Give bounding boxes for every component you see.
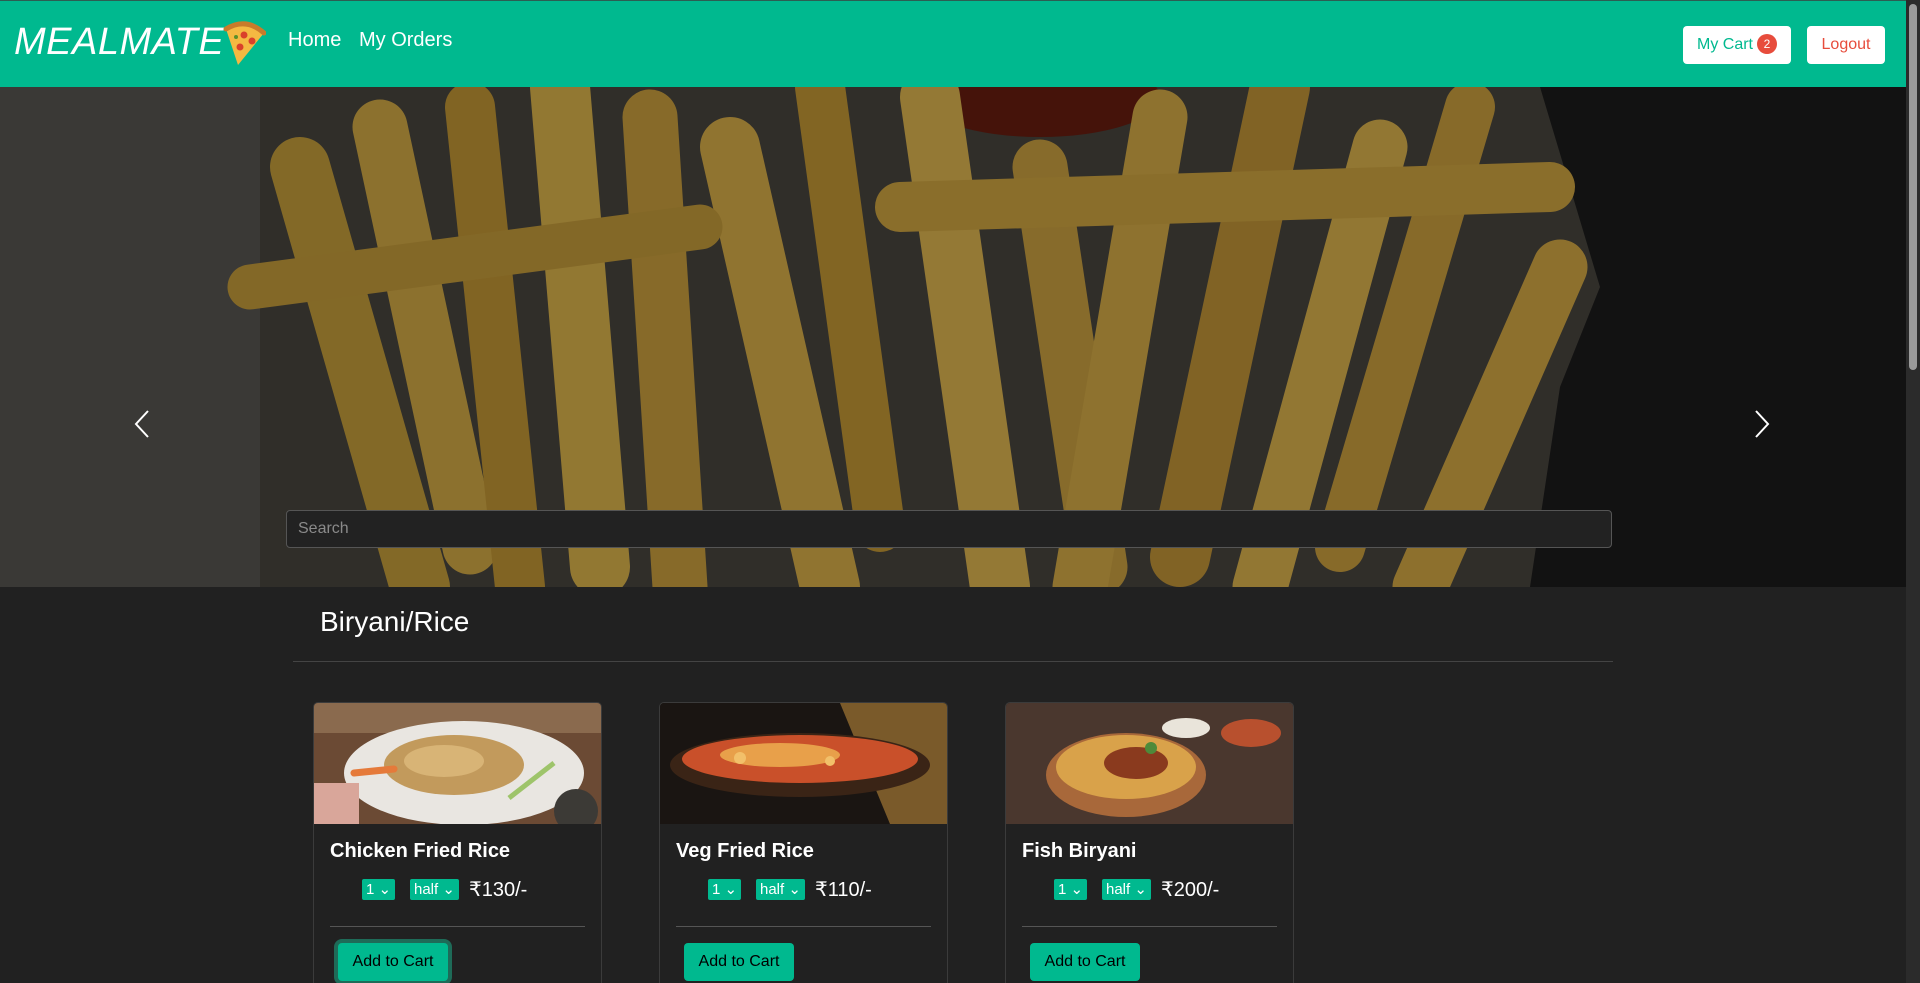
quantity-select[interactable]: 1 ⌄ bbox=[708, 879, 742, 900]
nav-my-orders-link[interactable]: My Orders bbox=[359, 29, 452, 52]
fish-biryani-image bbox=[1006, 703, 1293, 824]
food-name: Fish Biryani bbox=[1022, 840, 1137, 862]
add-to-cart-button[interactable]: Add to Cart bbox=[338, 943, 448, 981]
chevron-down-icon: ⌄ bbox=[724, 881, 738, 898]
quantity-value: 1 bbox=[712, 881, 721, 898]
food-card: Fish Biryani 1 ⌄ half ⌄ ₹200/- Add to Ca… bbox=[1005, 702, 1294, 983]
page-scrollbar[interactable] bbox=[1906, 0, 1920, 983]
search-input[interactable] bbox=[286, 510, 1612, 548]
size-value: half bbox=[414, 881, 439, 898]
size-value: half bbox=[1106, 881, 1131, 898]
quantity-value: 1 bbox=[1058, 881, 1067, 898]
section-divider bbox=[293, 661, 1613, 662]
nav-home-link[interactable]: Home bbox=[288, 29, 341, 52]
card-divider bbox=[1022, 926, 1277, 927]
my-cart-label: My Cart bbox=[1697, 36, 1753, 53]
chevron-down-icon: ⌄ bbox=[378, 881, 392, 898]
quantity-value: 1 bbox=[366, 881, 375, 898]
page: MEALMATE Home My Orders My Cart2 Logout bbox=[0, 0, 1920, 983]
carousel-prev-icon[interactable] bbox=[130, 409, 156, 439]
size-select[interactable]: half ⌄ bbox=[1102, 879, 1151, 900]
food-name: Chicken Fried Rice bbox=[330, 840, 511, 862]
food-price: ₹130/- bbox=[469, 879, 528, 901]
category-title: Biryani/Rice bbox=[320, 606, 470, 637]
scrollbar-thumb[interactable] bbox=[1909, 4, 1917, 370]
quantity-select[interactable]: 1 ⌄ bbox=[362, 879, 396, 900]
size-select[interactable]: half ⌄ bbox=[410, 879, 459, 900]
card-divider bbox=[330, 926, 585, 927]
chevron-down-icon: ⌄ bbox=[442, 881, 455, 898]
chevron-down-icon: ⌄ bbox=[1134, 881, 1147, 898]
navbar: MEALMATE Home My Orders My Cart 2 Logout bbox=[0, 0, 1906, 87]
add-to-cart-button[interactable]: Add to Cart bbox=[684, 943, 794, 981]
card-divider bbox=[676, 926, 931, 927]
food-card: Veg Fried Rice 1 ⌄ half ⌄ ₹110/- Add to … bbox=[659, 702, 948, 983]
veg-fried-rice-image bbox=[660, 703, 947, 824]
logout-button[interactable]: Logout bbox=[1807, 26, 1885, 64]
brand-logo-text[interactable]: MEALMATE bbox=[14, 21, 224, 64]
size-value: half bbox=[760, 881, 785, 898]
food-name: Veg Fried Rice bbox=[676, 840, 814, 862]
chicken-fried-rice-image bbox=[314, 703, 601, 824]
food-card: Chicken Fried Rice 1 ⌄ half ⌄ ₹130/- Add… bbox=[313, 702, 602, 983]
carousel-next-icon[interactable] bbox=[1748, 409, 1774, 439]
chevron-down-icon: ⌄ bbox=[1070, 881, 1084, 898]
food-price: ₹110/- bbox=[815, 879, 872, 901]
my-cart-button[interactable]: My Cart 2 bbox=[1683, 26, 1791, 64]
pizza-icon bbox=[223, 21, 266, 65]
size-select[interactable]: half ⌄ bbox=[756, 879, 805, 900]
chevron-down-icon: ⌄ bbox=[788, 881, 801, 898]
food-price: ₹200/- bbox=[1161, 879, 1220, 901]
quantity-select[interactable]: 1 ⌄ bbox=[1054, 879, 1088, 900]
add-to-cart-button[interactable]: Add to Cart bbox=[1030, 943, 1140, 981]
cart-count-badge: 2 bbox=[1757, 34, 1777, 54]
